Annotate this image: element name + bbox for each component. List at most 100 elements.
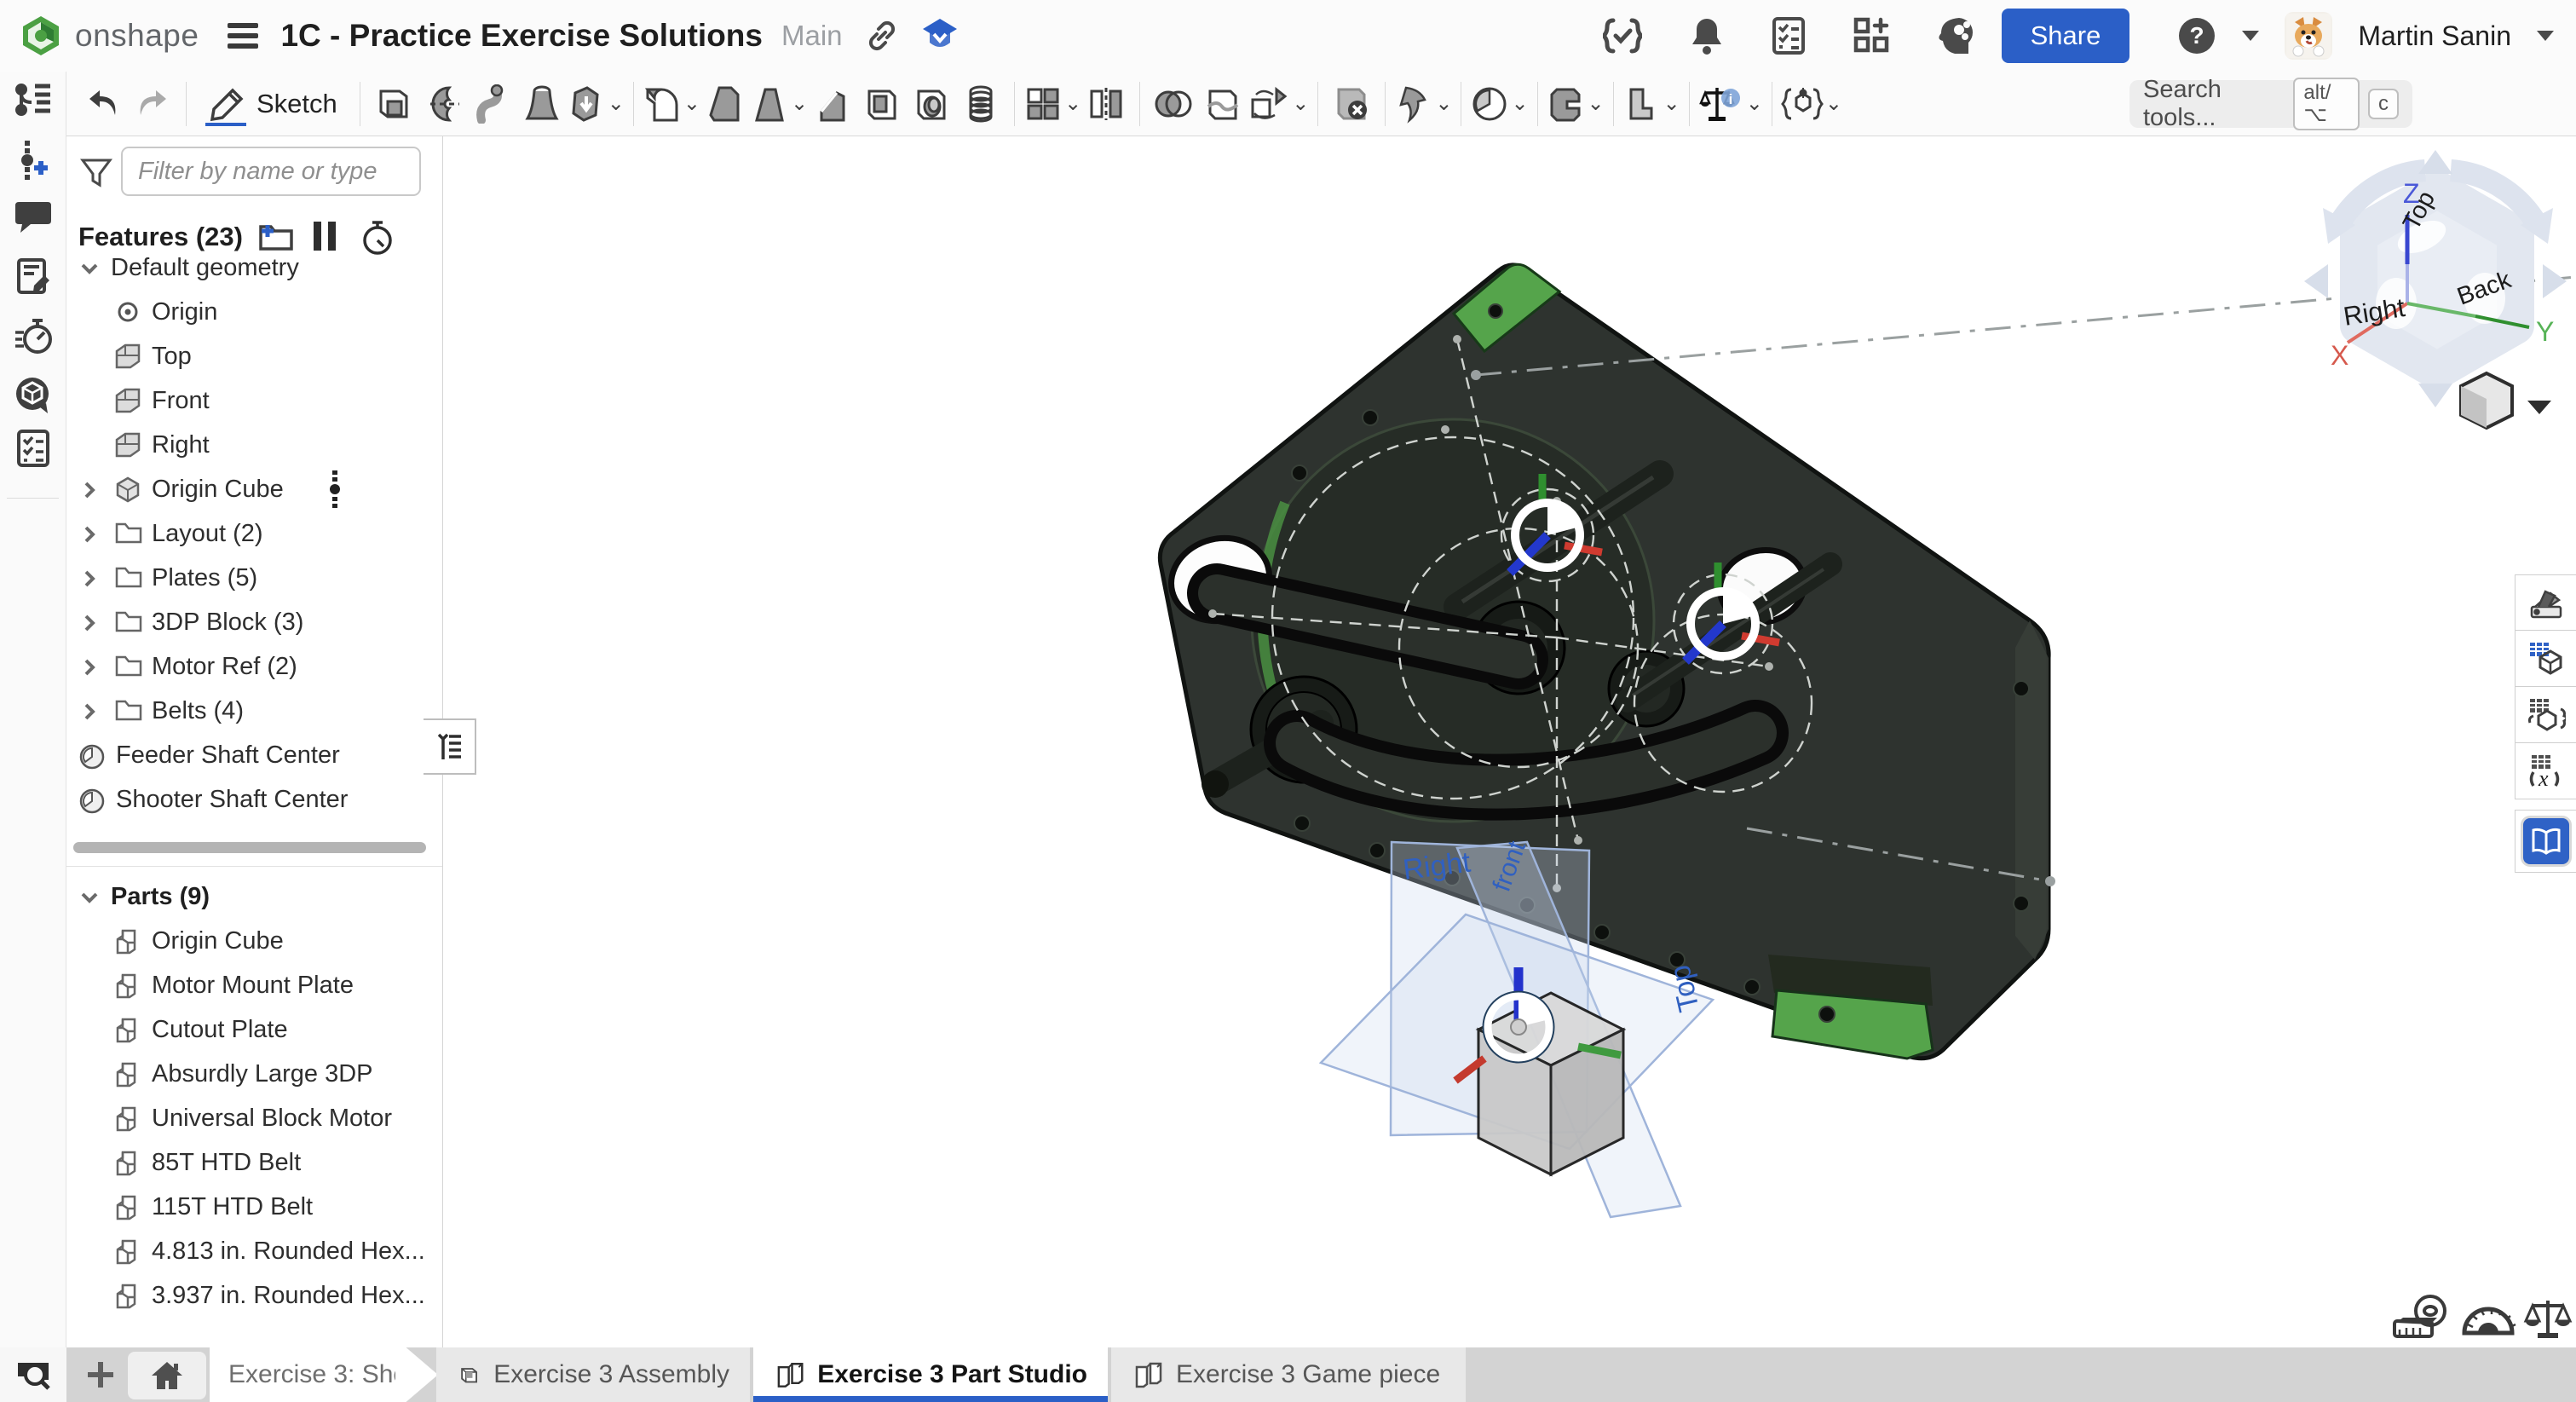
- loft-tool[interactable]: [517, 78, 567, 130]
- home-tab-button[interactable]: [128, 1352, 206, 1399]
- feature-folder-motor-ref[interactable]: Motor Ref (2): [66, 644, 442, 689]
- tab-exercise-3-part-studio[interactable]: Exercise 3 Part Studio: [753, 1347, 1108, 1402]
- tape-measure-icon[interactable]: [2394, 1296, 2445, 1336]
- notes-icon[interactable]: [15, 257, 51, 296]
- horizontal-scrollbar[interactable]: [73, 842, 426, 853]
- parts-section-header[interactable]: Parts (9): [66, 874, 442, 919]
- feature-folder-3dp-block[interactable]: 3DP Block (3): [66, 600, 442, 644]
- rotate-west-arrow[interactable]: [2304, 264, 2328, 298]
- configured-features-panel-button[interactable]: [2515, 687, 2576, 743]
- bend-tool[interactable]: ⌄: [1622, 78, 1680, 130]
- mirror-tool[interactable]: [1081, 78, 1131, 130]
- extrude-tool[interactable]: [369, 78, 418, 130]
- chevron-right-icon[interactable]: [78, 523, 101, 545]
- configurations-panel-button[interactable]: [2515, 631, 2576, 687]
- revolve-tool[interactable]: [418, 78, 468, 130]
- comments-icon[interactable]: [14, 199, 53, 234]
- hole-tool[interactable]: [907, 78, 956, 130]
- onshape-logo[interactable]: onshape: [0, 14, 199, 58]
- chevron-right-icon[interactable]: [78, 568, 101, 590]
- transform-tool[interactable]: ⌄: [1248, 78, 1309, 130]
- chevron-right-icon[interactable]: [78, 612, 101, 634]
- sketch-button[interactable]: Sketch: [195, 78, 351, 130]
- chevron-down-icon[interactable]: [78, 886, 101, 909]
- shell-tool[interactable]: [857, 78, 907, 130]
- mass-properties-icon[interactable]: [2526, 1301, 2570, 1338]
- draft-tool[interactable]: ⌄: [750, 78, 808, 130]
- notifications-bell-icon[interactable]: [1690, 17, 1724, 55]
- feature-row-origin[interactable]: Origin: [66, 290, 442, 334]
- part-row[interactable]: 3.937 in. Rounded Hex...: [66, 1273, 442, 1318]
- variable-table-panel-button[interactable]: x: [2515, 743, 2576, 799]
- rotate-east-arrow[interactable]: [2543, 264, 2567, 298]
- tab-exercise-3-assembly[interactable]: Exercise 3 Assembly: [436, 1347, 750, 1402]
- helix-tool[interactable]: ⌄: [1470, 78, 1528, 130]
- filter-input[interactable]: [121, 147, 421, 196]
- search-tabs-button[interactable]: [0, 1347, 66, 1402]
- flange-tool[interactable]: ⌄: [1547, 78, 1605, 130]
- part-row[interactable]: 115T HTD Belt: [66, 1185, 442, 1229]
- move-face-tool[interactable]: ⌄: [1394, 78, 1452, 130]
- chevron-right-icon[interactable]: [78, 656, 101, 678]
- view-options-button[interactable]: [2461, 373, 2551, 428]
- graphics-area[interactable]: Right front Top: [443, 136, 2576, 1347]
- feature-row-feeder-shaft-center[interactable]: Feeder Shaft Center: [66, 733, 442, 777]
- ai-advisor-icon[interactable]: [1939, 16, 1976, 55]
- copy-link-icon[interactable]: [865, 19, 899, 53]
- feature-row-top-plane[interactable]: Top: [66, 334, 442, 378]
- view-cube[interactable]: Z X Y Right Back Top: [2304, 150, 2567, 407]
- pattern-tool[interactable]: ⌄: [1023, 78, 1081, 130]
- thread-tool[interactable]: [956, 78, 1006, 130]
- filter-icon[interactable]: [80, 157, 112, 189]
- learning-panel-button[interactable]: [2515, 810, 2576, 873]
- user-menu-caret-icon[interactable]: [2537, 31, 2554, 41]
- performance-icon[interactable]: [14, 317, 53, 355]
- feature-row-shooter-shaft-center[interactable]: Shooter Shaft Center: [66, 777, 442, 822]
- protractor-icon[interactable]: [2464, 1309, 2515, 1333]
- featurescript-icon[interactable]: [1603, 17, 1642, 55]
- measure-tool[interactable]: i ⌄: [1698, 78, 1763, 130]
- feature-folder-layout[interactable]: Layout (2): [66, 511, 442, 556]
- app-store-icon[interactable]: [1853, 17, 1891, 55]
- help-icon[interactable]: ?: [2177, 16, 2216, 55]
- help-caret-icon[interactable]: [2242, 31, 2259, 41]
- redo-button[interactable]: [128, 78, 177, 130]
- avatar[interactable]: [2285, 12, 2332, 60]
- versions-history-icon[interactable]: [14, 83, 52, 117]
- delete-part-tool[interactable]: [1327, 78, 1376, 130]
- feature-row-front-plane[interactable]: Front: [66, 378, 442, 423]
- share-button[interactable]: Share: [2002, 9, 2130, 63]
- feature-row-right-plane[interactable]: Right: [66, 423, 442, 467]
- custom-feature-tool[interactable]: ⌄: [1781, 78, 1842, 130]
- breadcrumb-tab[interactable]: Exercise 3: Sho: [210, 1347, 438, 1402]
- chevron-down-icon[interactable]: [78, 257, 101, 280]
- shooter-plate-model[interactable]: [1160, 264, 2049, 1059]
- add-tab-button[interactable]: [78, 1353, 123, 1397]
- feature-folder-plates[interactable]: Plates (5): [66, 556, 442, 600]
- learning-center-icon[interactable]: [921, 17, 959, 55]
- chamfer-tool[interactable]: [700, 78, 750, 130]
- chevron-right-icon[interactable]: [78, 701, 101, 723]
- chevron-right-icon[interactable]: [78, 479, 101, 501]
- feature-group-default-geometry[interactable]: Default geometry: [66, 245, 442, 290]
- feature-list-flyout-button[interactable]: [424, 718, 476, 775]
- sweep-tool[interactable]: [468, 78, 517, 130]
- workspace-name[interactable]: Main: [781, 20, 843, 52]
- undo-button[interactable]: [78, 78, 128, 130]
- part-row[interactable]: 85T HTD Belt: [66, 1140, 442, 1185]
- model-search-icon[interactable]: [14, 376, 53, 415]
- boolean-tool[interactable]: [1149, 78, 1198, 130]
- thicken-tool[interactable]: ⌄: [567, 78, 625, 130]
- search-tools[interactable]: Search tools... alt/⌥ c: [2129, 80, 2412, 128]
- hamburger-menu-icon[interactable]: [228, 23, 258, 49]
- tasks-checklist-icon[interactable]: [1772, 16, 1806, 55]
- checklist-panel-icon[interactable]: [16, 429, 50, 468]
- appearance-panel-button[interactable]: [2515, 574, 2576, 631]
- part-row[interactable]: Universal Block Motor: [66, 1096, 442, 1140]
- part-row[interactable]: Cutout Plate: [66, 1007, 442, 1052]
- rib-tool[interactable]: [808, 78, 857, 130]
- feature-folder-belts[interactable]: Belts (4): [66, 689, 442, 733]
- insert-version-icon[interactable]: [18, 141, 49, 180]
- part-row[interactable]: 4.813 in. Rounded Hex...: [66, 1229, 442, 1273]
- split-tool[interactable]: [1198, 78, 1248, 130]
